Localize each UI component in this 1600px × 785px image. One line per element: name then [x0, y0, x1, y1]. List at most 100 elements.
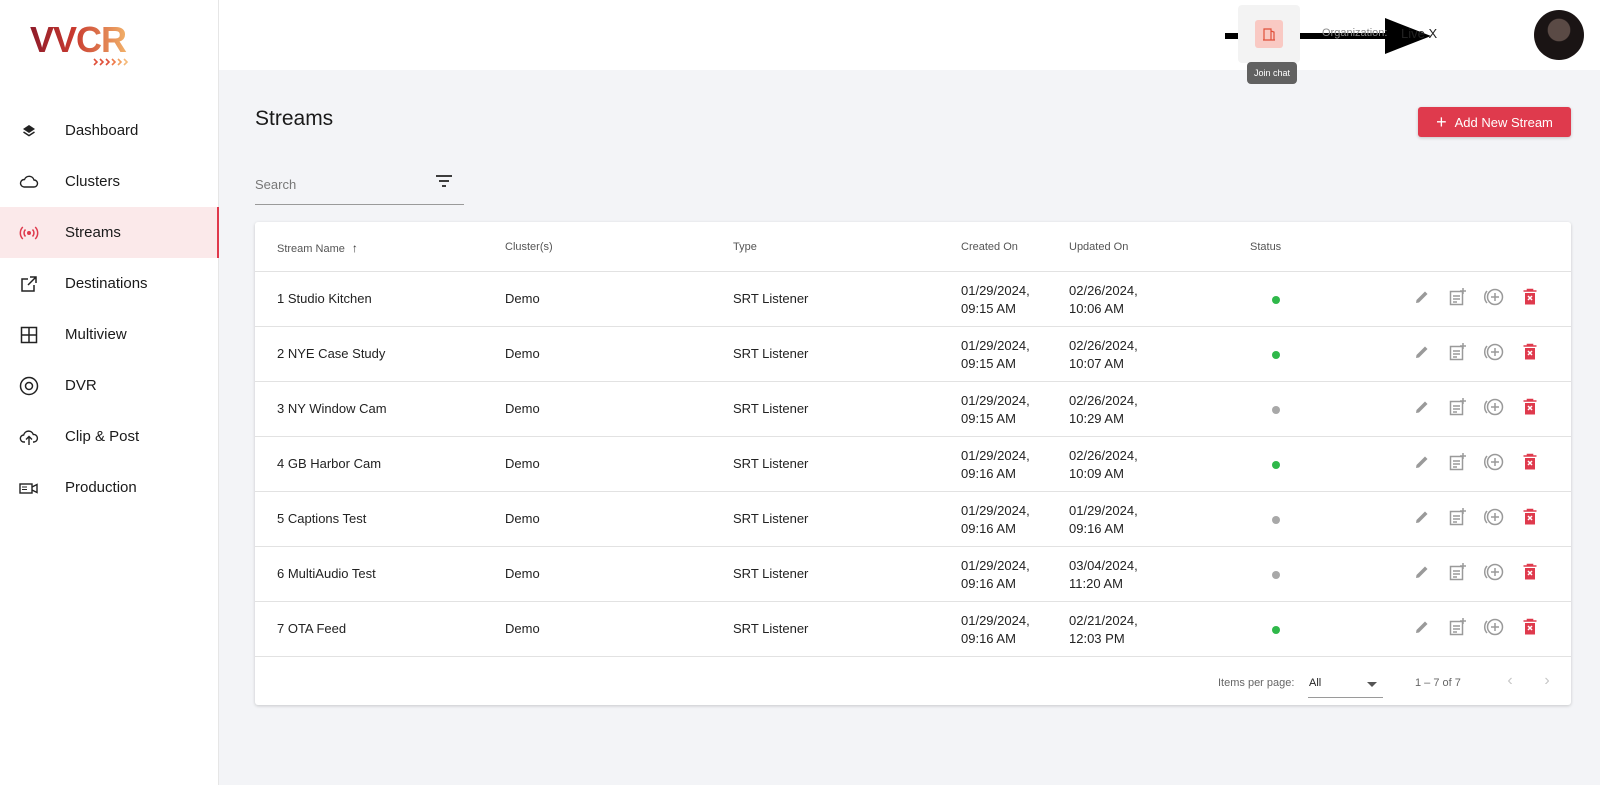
sidebar-item-destinations[interactable]: Destinations	[0, 258, 219, 309]
edit-icon[interactable]	[1411, 396, 1433, 418]
delete-icon[interactable]	[1519, 341, 1541, 363]
delete-icon[interactable]	[1519, 286, 1541, 308]
add-new-stream-button[interactable]: + Add New Stream	[1418, 107, 1571, 137]
sidebar-item-multiview[interactable]: Multiview	[0, 309, 219, 360]
cell-updated-on: 03/04/2024, 11:20 AM	[1069, 557, 1138, 593]
search-input[interactable]	[255, 167, 425, 201]
column-header-status[interactable]: Status	[1250, 241, 1281, 253]
updated-date: 01/29/2024,	[1069, 503, 1138, 518]
table-row[interactable]: 3 NY Window Cam Demo SRT Listener 01/29/…	[255, 382, 1571, 437]
vvcr-logo[interactable]: VVCR	[30, 18, 140, 68]
sidebar-item-label: Multiview	[65, 326, 127, 343]
delete-icon[interactable]	[1519, 561, 1541, 583]
sidebar-item-production[interactable]: Production	[0, 462, 219, 513]
user-avatar[interactable]	[1534, 10, 1584, 60]
delete-icon[interactable]	[1519, 506, 1541, 528]
cell-updated-on: 01/29/2024, 09:16 AM	[1069, 502, 1138, 538]
sidebar-item-dashboard[interactable]: Dashboard	[0, 105, 219, 156]
join-chat-button[interactable]	[1238, 5, 1300, 63]
row-actions	[1411, 396, 1541, 418]
add-to-playlist-icon[interactable]	[1447, 616, 1469, 638]
add-output-icon[interactable]	[1483, 561, 1505, 583]
row-actions	[1411, 506, 1541, 528]
edit-icon[interactable]	[1411, 616, 1433, 638]
row-actions	[1411, 616, 1541, 638]
cell-updated-on: 02/26/2024, 10:06 AM	[1069, 282, 1138, 318]
column-header-updated-on[interactable]: Updated On	[1069, 241, 1128, 253]
created-time: 09:16 AM	[961, 631, 1016, 646]
cell-stream-name: 2 NYE Case Study	[277, 346, 386, 361]
table-row[interactable]: 6 MultiAudio Test Demo SRT Listener 01/2…	[255, 547, 1571, 602]
add-output-icon[interactable]	[1483, 616, 1505, 638]
status-dot	[1272, 571, 1280, 579]
created-time: 09:15 AM	[961, 356, 1016, 371]
status-dot	[1272, 516, 1280, 524]
cell-cluster: Demo	[505, 566, 540, 581]
cell-created-on: 01/29/2024, 09:16 AM	[961, 612, 1030, 648]
status-dot	[1272, 296, 1280, 304]
cell-updated-on: 02/26/2024, 10:09 AM	[1069, 447, 1138, 483]
cell-type: SRT Listener	[733, 401, 809, 416]
filter-icon[interactable]	[434, 173, 454, 189]
previous-page-icon[interactable]: ‹	[1500, 671, 1520, 691]
cell-cluster: Demo	[505, 511, 540, 526]
sidebar-item-dvr[interactable]: DVR	[0, 360, 219, 411]
updated-date: 02/26/2024,	[1069, 393, 1138, 408]
next-page-icon[interactable]: ›	[1537, 671, 1557, 691]
sidebar-item-streams[interactable]: Streams	[0, 207, 219, 258]
created-date: 01/29/2024,	[961, 613, 1030, 628]
edit-icon[interactable]	[1411, 451, 1433, 473]
status-dot	[1272, 461, 1280, 469]
edit-icon[interactable]	[1411, 341, 1433, 363]
table-row[interactable]: 5 Captions Test Demo SRT Listener 01/29/…	[255, 492, 1571, 547]
updated-time: 10:07 AM	[1069, 356, 1124, 371]
add-to-playlist-icon[interactable]	[1447, 396, 1469, 418]
add-output-icon[interactable]	[1483, 396, 1505, 418]
sidebar-item-label: Clusters	[65, 173, 121, 190]
column-header-created-on[interactable]: Created On	[961, 241, 1018, 253]
column-header-stream-name[interactable]: Stream Name ↑	[277, 241, 358, 255]
cell-updated-on: 02/26/2024, 10:07 AM	[1069, 337, 1138, 373]
edit-icon[interactable]	[1411, 561, 1433, 583]
sidebar-item-label: Production	[65, 479, 137, 496]
add-new-stream-label: Add New Stream	[1454, 114, 1553, 130]
grid-icon	[18, 324, 40, 346]
created-date: 01/29/2024,	[961, 393, 1030, 408]
add-to-playlist-icon[interactable]	[1447, 506, 1469, 528]
sidebar: VVCR Dashboard Clusters Streams Destinat…	[0, 0, 219, 785]
add-to-playlist-icon[interactable]	[1447, 451, 1469, 473]
row-actions	[1411, 561, 1541, 583]
cell-cluster: Demo	[505, 621, 540, 636]
add-output-icon[interactable]	[1483, 506, 1505, 528]
column-header-type[interactable]: Type	[733, 241, 757, 253]
updated-date: 02/26/2024,	[1069, 448, 1138, 463]
add-output-icon[interactable]	[1483, 341, 1505, 363]
edit-icon[interactable]	[1411, 286, 1433, 308]
sidebar-item-clip-post[interactable]: Clip & Post	[0, 411, 219, 462]
organization-value[interactable]: Live X	[1401, 26, 1437, 41]
table-row[interactable]: 1 Studio Kitchen Demo SRT Listener 01/29…	[255, 272, 1571, 327]
table-row[interactable]: 2 NYE Case Study Demo SRT Listener 01/29…	[255, 327, 1571, 382]
cell-type: SRT Listener	[733, 621, 809, 636]
add-to-playlist-icon[interactable]	[1447, 561, 1469, 583]
delete-icon[interactable]	[1519, 396, 1541, 418]
items-per-page-select[interactable]: All	[1308, 668, 1383, 698]
sidebar-item-clusters[interactable]: Clusters	[0, 156, 219, 207]
add-to-playlist-icon[interactable]	[1447, 286, 1469, 308]
table-row[interactable]: 7 OTA Feed Demo SRT Listener 01/29/2024,…	[255, 602, 1571, 657]
add-output-icon[interactable]	[1483, 451, 1505, 473]
table-row[interactable]: 4 GB Harbor Cam Demo SRT Listener 01/29/…	[255, 437, 1571, 492]
add-output-icon[interactable]	[1483, 286, 1505, 308]
cloud-upload-icon	[18, 426, 40, 448]
cell-cluster: Demo	[505, 456, 540, 471]
delete-icon[interactable]	[1519, 451, 1541, 473]
created-time: 09:16 AM	[961, 521, 1016, 536]
cell-type: SRT Listener	[733, 291, 809, 306]
video-camera-icon	[18, 477, 40, 499]
delete-icon[interactable]	[1519, 616, 1541, 638]
edit-icon[interactable]	[1411, 506, 1433, 528]
add-to-playlist-icon[interactable]	[1447, 341, 1469, 363]
column-header-clusters[interactable]: Cluster(s)	[505, 241, 553, 253]
items-per-page-label: Items per page:	[1218, 677, 1295, 689]
updated-time: 10:29 AM	[1069, 411, 1124, 426]
